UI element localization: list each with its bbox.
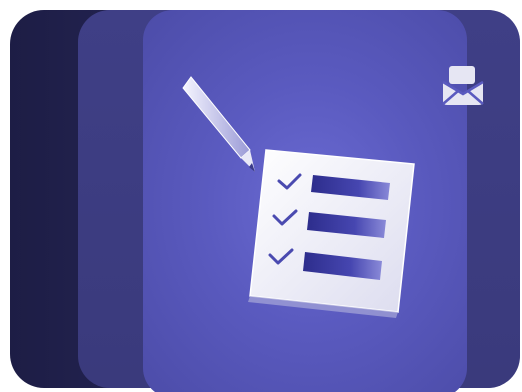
checklist-illustration <box>182 76 415 318</box>
mail-button[interactable] <box>440 62 486 108</box>
open-envelope-icon <box>442 66 484 105</box>
pencil-icon <box>182 76 255 172</box>
checklist-icon <box>248 149 415 318</box>
onboarding-illustration <box>0 0 522 392</box>
